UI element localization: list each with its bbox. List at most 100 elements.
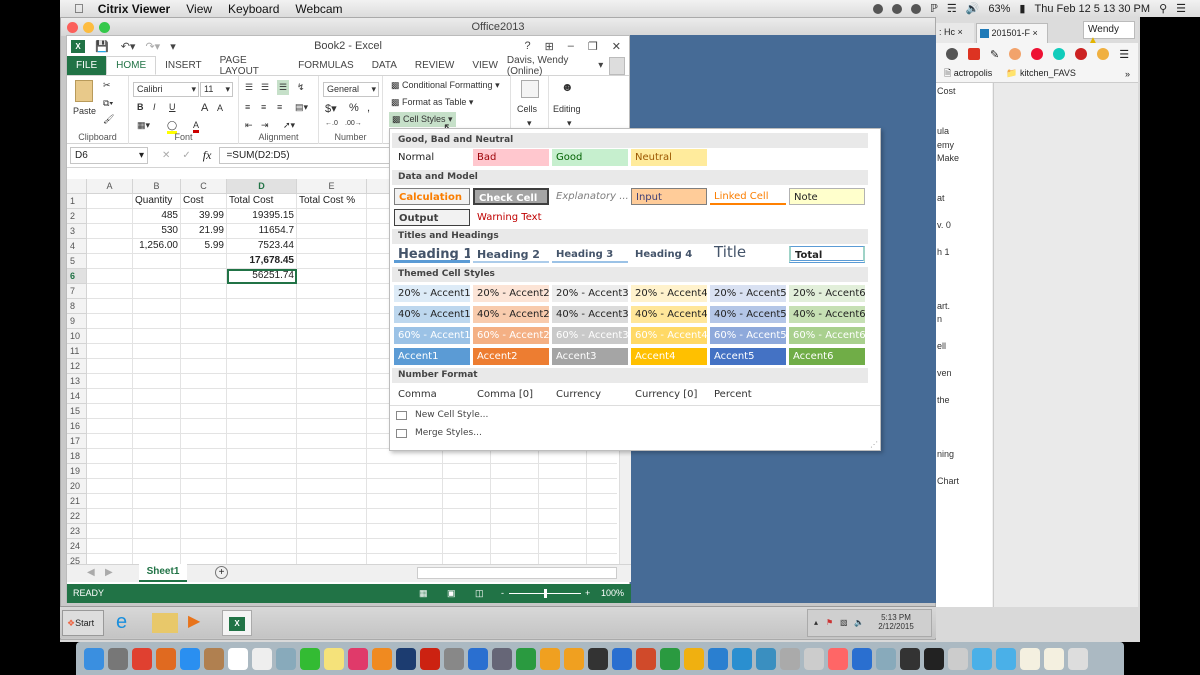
font-name-select[interactable]: Calibri ▾ <box>133 82 199 97</box>
save-icon[interactable]: 💾 <box>95 40 109 53</box>
cell-style-option[interactable]: Accent5 <box>710 348 786 365</box>
cell[interactable] <box>539 524 587 539</box>
help-button[interactable]: ? <box>524 40 530 53</box>
cell[interactable] <box>227 494 297 509</box>
cell[interactable] <box>87 269 133 284</box>
apple-menu-icon[interactable]:  <box>74 1 84 16</box>
grow-font-button[interactable]: A <box>201 102 208 114</box>
cell[interactable] <box>587 509 617 524</box>
battery-percent[interactable]: 63% <box>988 3 1010 15</box>
record-icon[interactable] <box>892 3 903 14</box>
cell[interactable] <box>539 479 587 494</box>
row-header[interactable]: 24 <box>67 539 87 554</box>
row-header[interactable]: 13 <box>67 374 87 389</box>
app-icon[interactable] <box>852 647 872 670</box>
firefox-icon[interactable] <box>156 647 176 670</box>
show-hidden-icons[interactable]: ▴ <box>814 618 818 627</box>
new-sheet-button[interactable]: + <box>215 566 228 579</box>
browser-tab-active[interactable]: 201501-F × <box>976 23 1048 43</box>
cell-style-option[interactable]: Heading 1 <box>394 246 470 263</box>
cell-style-option[interactable]: 60% - Accent1 <box>394 327 470 344</box>
cell[interactable] <box>87 404 133 419</box>
cell[interactable] <box>297 479 367 494</box>
cell[interactable] <box>539 539 587 554</box>
cell-style-option[interactable]: Heading 4 <box>631 246 707 263</box>
cell[interactable] <box>133 374 181 389</box>
row-header[interactable]: 7 <box>67 284 87 299</box>
cell[interactable] <box>297 239 367 254</box>
preview-icon[interactable] <box>276 647 296 670</box>
row-header[interactable]: 11 <box>67 344 87 359</box>
extension-icon[interactable] <box>1053 48 1066 60</box>
cell[interactable] <box>227 539 297 554</box>
status-icon[interactable] <box>873 3 884 14</box>
cell-style-option[interactable]: Total <box>789 246 865 263</box>
format-painter-icon[interactable]: 🖌 <box>103 114 114 125</box>
insert-function-button[interactable]: fx <box>203 148 212 163</box>
cell-style-option[interactable]: Linked Cell <box>710 188 786 205</box>
cell-style-option[interactable]: Accent1 <box>394 348 470 365</box>
cell-style-option[interactable]: Comma <box>394 386 470 403</box>
cell[interactable] <box>133 449 181 464</box>
cell[interactable] <box>87 314 133 329</box>
cell[interactable] <box>367 494 443 509</box>
zoom-window-button[interactable] <box>99 22 110 33</box>
orientation-icon[interactable]: ➚▾ <box>283 120 295 131</box>
row-header[interactable]: 14 <box>67 389 87 404</box>
bold-button[interactable]: B <box>137 102 144 112</box>
cell[interactable] <box>133 554 181 564</box>
normal-view-icon[interactable]: ▦ <box>419 584 428 603</box>
cell[interactable] <box>181 419 227 434</box>
excel-icon[interactable] <box>516 647 536 670</box>
comma-button[interactable]: , <box>367 102 370 114</box>
cell[interactable] <box>227 374 297 389</box>
row-header[interactable]: 5 <box>67 254 87 269</box>
cell[interactable] <box>133 464 181 479</box>
row-header[interactable]: 22 <box>67 509 87 524</box>
extension-icon[interactable] <box>946 48 958 60</box>
cell-style-option[interactable]: Calculation <box>394 188 470 205</box>
cell-style-option[interactable]: 40% - Accent3 <box>552 306 628 323</box>
cell[interactable] <box>181 254 227 269</box>
cell[interactable] <box>297 464 367 479</box>
cell[interactable] <box>181 284 227 299</box>
row-header[interactable]: 23 <box>67 524 87 539</box>
cell-style-option[interactable]: Currency <box>552 386 628 403</box>
cell[interactable] <box>491 554 539 564</box>
app-icon[interactable] <box>732 647 752 670</box>
cell[interactable] <box>181 314 227 329</box>
cell[interactable] <box>181 374 227 389</box>
cell[interactable] <box>297 224 367 239</box>
cell[interactable] <box>133 494 181 509</box>
cell[interactable] <box>181 539 227 554</box>
cell[interactable] <box>133 344 181 359</box>
cell[interactable]: 5.99 <box>181 239 227 254</box>
cell[interactable] <box>297 344 367 359</box>
tab-data[interactable]: DATA <box>363 56 406 75</box>
cell[interactable] <box>443 479 491 494</box>
row-header[interactable]: 3 <box>67 224 87 239</box>
cell[interactable] <box>133 419 181 434</box>
close-window-button[interactable] <box>67 22 78 33</box>
number-format-select[interactable]: General ▾ <box>323 82 379 97</box>
cell[interactable] <box>133 254 181 269</box>
document-icon[interactable] <box>1044 647 1064 670</box>
extension-icon[interactable] <box>968 48 980 60</box>
cell[interactable] <box>443 554 491 564</box>
cell[interactable] <box>181 494 227 509</box>
cell[interactable] <box>87 329 133 344</box>
cell[interactable] <box>297 509 367 524</box>
selected-cell[interactable]: 56251.74 <box>227 269 297 284</box>
customize-qat-icon[interactable]: ▾ <box>170 40 176 53</box>
cell[interactable] <box>367 554 443 564</box>
cell-style-option[interactable]: Heading 3 <box>552 246 628 263</box>
bookmark-actropolis[interactable]: 🗎 actropolis <box>944 66 992 82</box>
cell[interactable] <box>133 404 181 419</box>
cell[interactable] <box>491 449 539 464</box>
ibooks-icon[interactable] <box>372 647 392 670</box>
cell[interactable] <box>133 479 181 494</box>
enter-entry-icon[interactable]: ✓ <box>182 150 190 161</box>
row-header[interactable]: 16 <box>67 419 87 434</box>
row-header[interactable]: 9 <box>67 314 87 329</box>
cell[interactable] <box>87 254 133 269</box>
